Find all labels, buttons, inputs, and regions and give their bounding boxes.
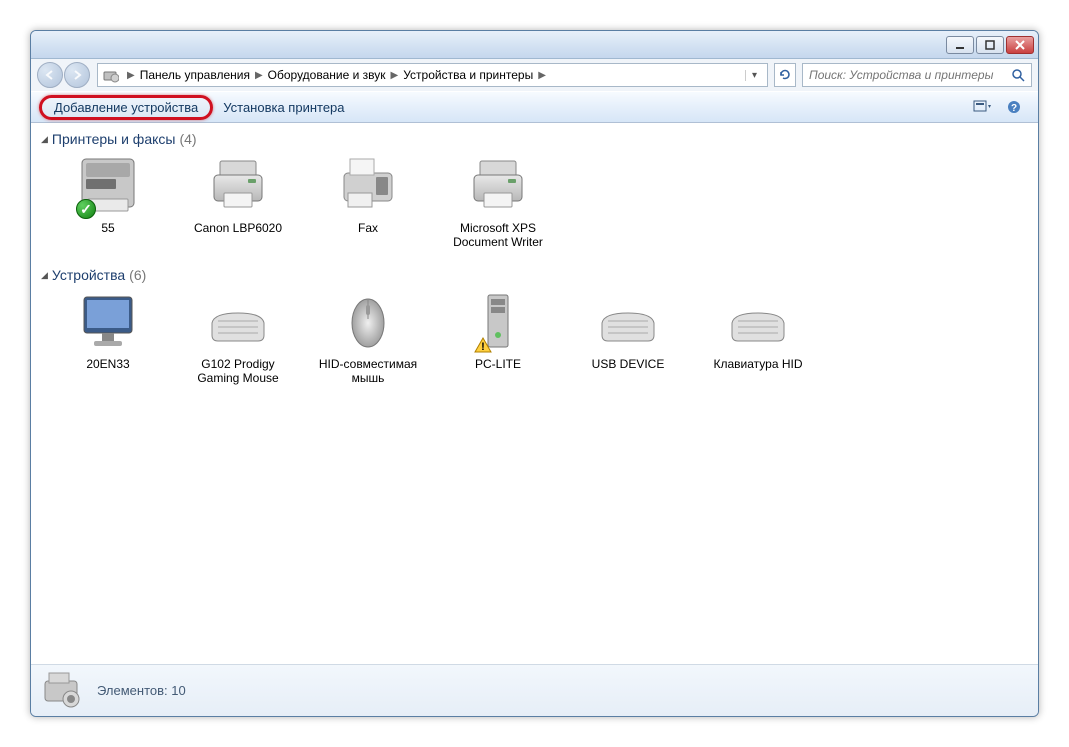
device-icon: ! <box>458 289 538 353</box>
device-label: Клавиатура HID <box>714 357 803 371</box>
view-options-button[interactable] <box>966 100 998 114</box>
breadcrumb-item[interactable]: Оборудование и звук <box>266 68 388 82</box>
group-header[interactable]: ◢ Устройства(6) <box>41 267 1028 283</box>
refresh-button[interactable] <box>774 63 796 87</box>
search-box[interactable] <box>802 63 1032 87</box>
search-icon <box>1011 68 1025 82</box>
svg-text:?: ? <box>1011 103 1017 114</box>
device-group: ◢ Принтеры и факсы(4) ✓ 55 Canon LBP6020 Fax M… <box>41 131 1028 249</box>
status-bar: Элементов: 10 <box>31 664 1038 716</box>
breadcrumb-item[interactable]: Панель управления <box>138 68 252 82</box>
device-icon <box>198 153 278 217</box>
minimize-button[interactable] <box>946 36 974 54</box>
device-group: ◢ Устройства(6) 20EN33 G102 Prodigy Gaming … <box>41 267 1028 385</box>
titlebar[interactable] <box>31 31 1038 59</box>
device-item[interactable]: ✓ 55 <box>53 153 163 249</box>
chevron-right-icon: ▶ <box>124 70 138 81</box>
device-label: Microsoft XPS Document Writer <box>443 221 553 249</box>
device-item[interactable]: ! PC-LITE <box>443 289 553 385</box>
device-label: HID-совместимая мышь <box>313 357 423 385</box>
chevron-right-icon: ▶ <box>252 70 266 81</box>
device-item[interactable]: Microsoft XPS Document Writer <box>443 153 553 249</box>
device-label: 20EN33 <box>86 357 129 371</box>
group-count: (4) <box>179 131 196 147</box>
nav-row: ▶ Панель управления ▶ Оборудование и зву… <box>31 59 1038 91</box>
group-count: (6) <box>129 267 146 283</box>
add-device-button[interactable]: Добавление устройства <box>39 95 213 120</box>
device-icon <box>458 153 538 217</box>
device-icon: ✓ <box>68 153 148 217</box>
check-badge-icon: ✓ <box>76 199 96 219</box>
device-label: G102 Prodigy Gaming Mouse <box>183 357 293 385</box>
search-input[interactable] <box>809 68 1025 82</box>
device-item[interactable]: Клавиатура HID <box>703 289 813 385</box>
help-button[interactable]: ? <box>998 100 1030 114</box>
maximize-button[interactable] <box>976 36 1004 54</box>
device-item[interactable]: Fax <box>313 153 423 249</box>
device-item[interactable]: G102 Prodigy Gaming Mouse <box>183 289 293 385</box>
device-icon <box>328 289 408 353</box>
device-item[interactable]: Canon LBP6020 <box>183 153 293 249</box>
explorer-window: ▶ Панель управления ▶ Оборудование и зву… <box>30 30 1039 717</box>
add-printer-button[interactable]: Установка принтера <box>213 97 354 118</box>
device-icon <box>198 289 278 353</box>
device-item[interactable]: HID-совместимая мышь <box>313 289 423 385</box>
devices-icon <box>102 66 120 84</box>
chevron-right-icon: ▶ <box>535 70 549 81</box>
device-label: Canon LBP6020 <box>194 221 282 235</box>
collapse-icon: ◢ <box>41 270 48 281</box>
group-title: Принтеры и факсы <box>52 131 176 147</box>
warning-badge-icon: ! <box>474 337 492 353</box>
device-label: PC-LITE <box>475 357 521 371</box>
content-area: ◢ Принтеры и факсы(4) ✓ 55 Canon LBP6020 Fax M… <box>31 123 1038 664</box>
forward-button[interactable] <box>64 62 90 88</box>
status-icon <box>41 671 85 711</box>
command-bar: Добавление устройства Установка принтера… <box>31 91 1038 123</box>
address-bar[interactable]: ▶ Панель управления ▶ Оборудование и зву… <box>97 63 768 87</box>
group-title: Устройства <box>52 267 125 283</box>
svg-text:!: ! <box>481 341 485 353</box>
device-icon <box>328 153 408 217</box>
group-header[interactable]: ◢ Принтеры и факсы(4) <box>41 131 1028 147</box>
device-label: 55 <box>101 221 114 235</box>
device-label: Fax <box>358 221 378 235</box>
device-icon <box>588 289 668 353</box>
device-item[interactable]: 20EN33 <box>53 289 163 385</box>
device-label: USB DEVICE <box>592 357 665 371</box>
chevron-right-icon: ▶ <box>388 70 402 81</box>
status-text: Элементов: 10 <box>97 683 186 698</box>
device-icon <box>68 289 148 353</box>
address-dropdown[interactable]: ▾ <box>745 70 763 81</box>
collapse-icon: ◢ <box>41 134 48 145</box>
back-button[interactable] <box>37 62 63 88</box>
breadcrumb-item[interactable]: Устройства и принтеры <box>401 68 535 82</box>
device-item[interactable]: USB DEVICE <box>573 289 683 385</box>
device-icon <box>718 289 798 353</box>
close-button[interactable] <box>1006 36 1034 54</box>
